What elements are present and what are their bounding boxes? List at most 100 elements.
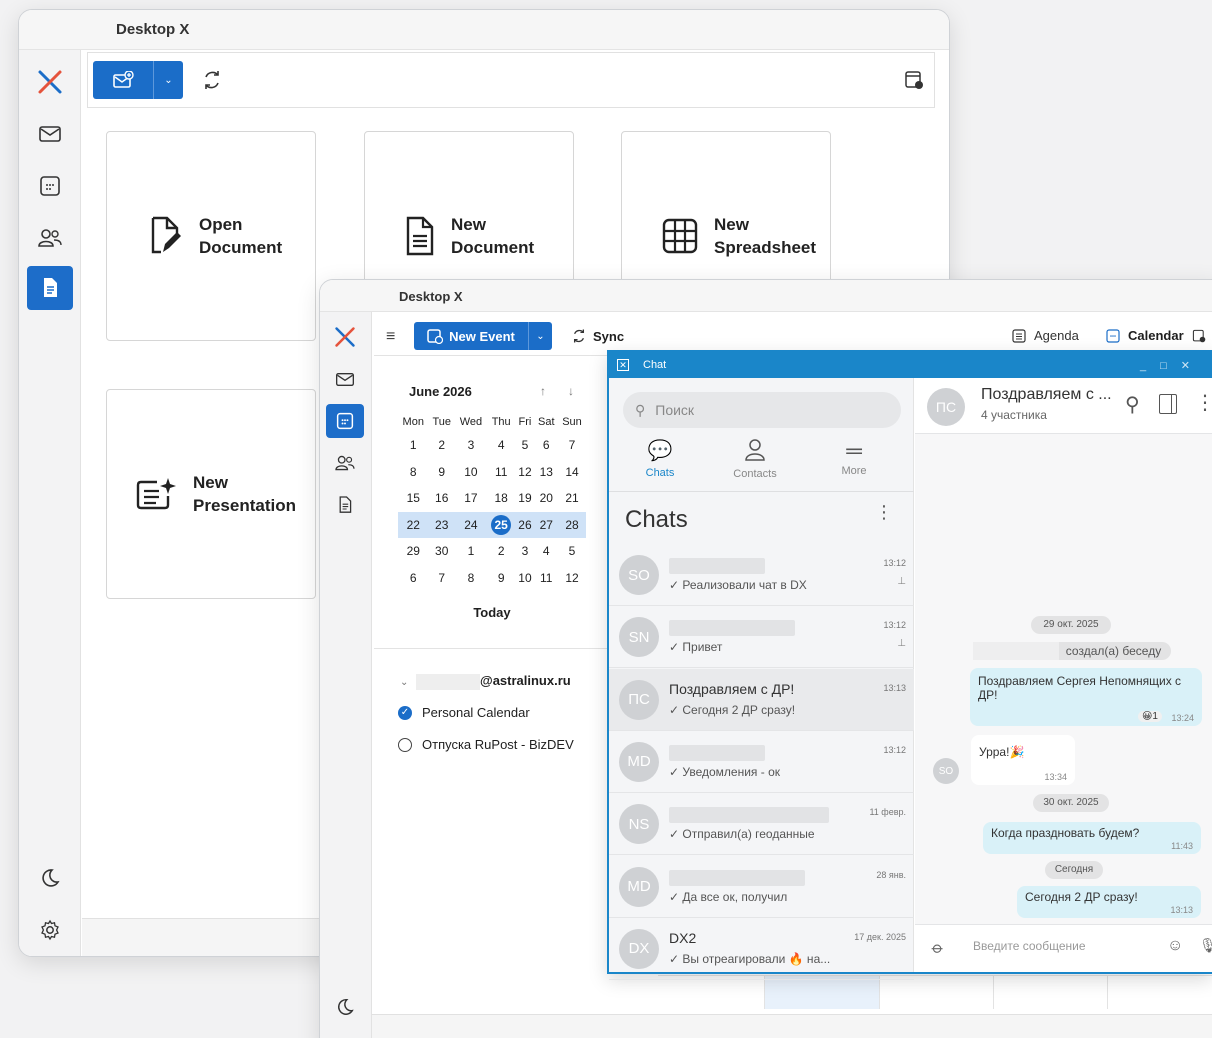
calendar-day[interactable]: 13 xyxy=(534,459,558,486)
list-menu-dots-icon[interactable]: ⋮ xyxy=(875,502,893,523)
calendar-day[interactable]: 17 xyxy=(455,485,487,512)
compose-dropdown-chevron-icon[interactable]: ⌄ xyxy=(153,61,183,99)
message-bubble[interactable]: Когда праздновать будем? 11:43 xyxy=(983,822,1201,854)
calendar-day[interactable]: 22 xyxy=(398,511,429,538)
unchecked-circle-icon[interactable] xyxy=(398,737,412,752)
calendar-day[interactable]: 29 xyxy=(398,538,429,565)
calendar-item-personal[interactable]: ✓ Personal Calendar xyxy=(398,705,530,720)
calendar-day[interactable]: 7 xyxy=(429,565,455,592)
calendar-day[interactable]: 15 xyxy=(398,485,429,512)
calendar-day[interactable]: 5 xyxy=(558,538,586,565)
calendar-day[interactable]: 26 xyxy=(515,511,535,538)
calendar-day[interactable]: 1 xyxy=(398,432,429,459)
account-status-icon[interactable] xyxy=(1192,329,1206,343)
compose-button[interactable] xyxy=(93,61,153,99)
calendar-day[interactable]: 7 xyxy=(558,432,586,459)
calendar-day[interactable]: 6 xyxy=(534,432,558,459)
sync-button[interactable]: Sync xyxy=(571,328,624,344)
chat-list-item[interactable]: MD ✓ Да все ок, получил 28 янв. xyxy=(609,856,914,918)
contacts-icon[interactable] xyxy=(27,216,73,260)
calendar-day[interactable]: 9 xyxy=(487,565,516,592)
tab-contacts[interactable]: Contacts xyxy=(727,438,783,480)
calendar-day[interactable]: 21 xyxy=(558,485,586,512)
new-presentation-tile[interactable]: New Presentation xyxy=(106,389,316,599)
calendar-day[interactable]: 3 xyxy=(515,538,534,565)
refresh-icon[interactable] xyxy=(202,69,222,96)
next-month-arrow-icon[interactable]: ↓ xyxy=(568,384,574,398)
message-bubble[interactable]: Урра!🎉 13:34 xyxy=(971,735,1075,785)
theme-moon-icon[interactable] xyxy=(326,990,364,1024)
calendar-day[interactable]: 1 xyxy=(455,538,487,565)
documents-icon[interactable] xyxy=(326,488,364,522)
today-button[interactable]: Today xyxy=(398,605,586,620)
calendar-day[interactable]: 20 xyxy=(534,485,558,512)
emoji-icon[interactable]: ☺ xyxy=(1167,937,1183,955)
open-document-tile[interactable]: Open Document xyxy=(106,131,316,341)
tab-more[interactable]: ═ More xyxy=(829,440,879,478)
calendar-day[interactable]: 25 xyxy=(486,511,516,538)
documents-icon[interactable] xyxy=(27,266,73,310)
calendar-day[interactable]: 12 xyxy=(558,565,586,592)
calendar-day[interactable]: 4 xyxy=(487,432,516,459)
calendar-icon[interactable] xyxy=(326,404,364,438)
microphone-icon[interactable]: 🎙 xyxy=(1199,937,1212,954)
calendar-day[interactable]: 2 xyxy=(487,538,516,565)
calendar-day[interactable]: 2 xyxy=(429,432,455,459)
prev-month-arrow-icon[interactable]: ↑ xyxy=(540,384,546,398)
collapse-chevron-icon[interactable]: ⌄ xyxy=(400,677,408,688)
calendar-day[interactable]: 5 xyxy=(515,432,534,459)
chat-list-item[interactable]: MD ✓ Уведомления - ок 13:12 xyxy=(609,731,914,793)
side-panel-icon[interactable] xyxy=(1159,394,1177,414)
calendar-item-vacations[interactable]: Отпуска RuPost - BizDEV xyxy=(398,737,574,752)
calendar-day[interactable]: 18 xyxy=(487,485,516,512)
calendar-day[interactable]: 9 xyxy=(429,459,455,486)
calendar-day[interactable]: 19 xyxy=(515,485,534,512)
calendar-day[interactable]: 12 xyxy=(515,459,534,486)
chat-list-item[interactable]: DX DX2 ✓ Вы отреагировали 🔥 на... 17 дек. 2… xyxy=(609,918,914,980)
chat-list-item[interactable]: NS ✓ Отправил(а) геоданные 11 февр. xyxy=(609,793,914,856)
theme-moon-icon[interactable] xyxy=(27,856,73,900)
settings-gear-icon[interactable] xyxy=(27,908,73,952)
new-event-dropdown-chevron-icon[interactable]: ⌄ xyxy=(528,322,552,350)
chat-list-item[interactable]: SN ✓ Привет 13:12 ⊥ xyxy=(609,606,914,669)
mail-icon[interactable] xyxy=(27,112,73,156)
agenda-button[interactable]: Agenda xyxy=(1012,328,1079,343)
calendar-day[interactable]: 14 xyxy=(558,459,586,486)
kebab-menu-icon[interactable]: ⋮ xyxy=(1195,390,1212,415)
calendar-day[interactable]: 23 xyxy=(428,511,455,538)
calendar-day[interactable]: 3 xyxy=(455,432,487,459)
account-header[interactable]: ⌄ @astralinux.ru xyxy=(400,673,600,690)
reaction-badge[interactable]: 😀1 xyxy=(1138,711,1162,722)
settings-gear-icon[interactable] xyxy=(326,1032,364,1038)
chat-list-item[interactable]: ПС Поздравляем с ДР! ✓ Сегодня 2 ДР сразу!… xyxy=(609,668,914,731)
calendar-day[interactable]: 11 xyxy=(487,459,516,486)
calendar-day[interactable]: 30 xyxy=(429,538,455,565)
attach-paperclip-icon[interactable]: ⌀ xyxy=(927,938,948,959)
calendar-day[interactable]: 27 xyxy=(534,511,559,538)
search-icon[interactable]: ⚲ xyxy=(1125,392,1140,417)
calendar-day[interactable]: 10 xyxy=(455,459,487,486)
calendar-day[interactable]: 8 xyxy=(398,459,429,486)
calendar-day[interactable]: 16 xyxy=(429,485,455,512)
chat-list-item[interactable]: SO ✓ Реализовали чат в DX 13:12 ⊥ xyxy=(609,544,914,606)
calendar-day[interactable]: 24 xyxy=(454,511,487,538)
calendar-view-button[interactable]: Calendar xyxy=(1106,328,1206,343)
account-status-icon[interactable] xyxy=(904,70,924,95)
calendar-day[interactable]: 4 xyxy=(534,538,558,565)
message-bubble[interactable]: Сегодня 2 ДР сразу! 13:13 xyxy=(1017,886,1201,918)
calendar-day[interactable]: 11 xyxy=(534,565,558,592)
calendar-day[interactable]: 6 xyxy=(398,565,429,592)
checked-circle-icon[interactable]: ✓ xyxy=(398,705,412,720)
tab-chats[interactable]: 💬 Chats xyxy=(635,438,685,479)
search-input[interactable]: ⚲ Поиск xyxy=(623,392,901,428)
calendar-day[interactable]: 28 xyxy=(558,511,586,538)
message-input[interactable]: Введите сообщение xyxy=(973,939,1086,953)
message-bubble[interactable]: Поздравляем Сергея Непомнящих с ДР! 😀1 1… xyxy=(970,668,1202,726)
window-controls-icon[interactable]: _□✕ xyxy=(1140,359,1204,372)
calendar-day[interactable]: 8 xyxy=(455,565,487,592)
new-event-button[interactable]: New Event xyxy=(414,322,528,350)
hamburger-menu-icon[interactable]: ≡ xyxy=(386,328,395,346)
contacts-icon[interactable] xyxy=(326,446,364,480)
mail-icon[interactable] xyxy=(326,362,364,396)
calendar-day[interactable]: 10 xyxy=(515,565,534,592)
